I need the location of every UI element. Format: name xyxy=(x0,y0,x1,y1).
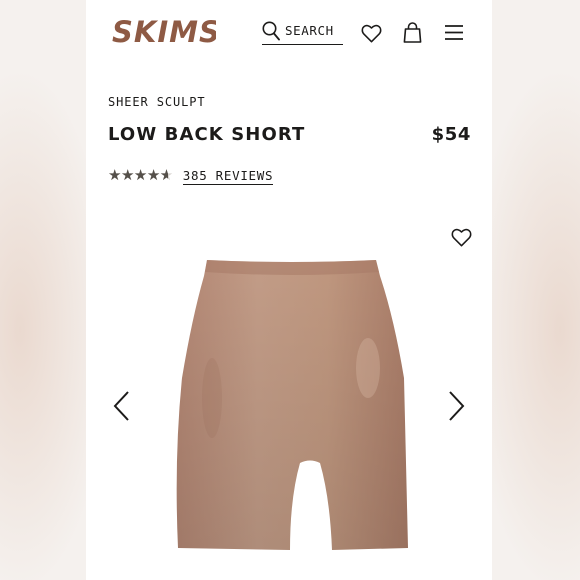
product-title: LOW BACK SHORT xyxy=(108,124,306,145)
heart-icon[interactable] xyxy=(361,24,382,43)
search-label: SEARCH xyxy=(285,22,334,38)
chevron-left-icon[interactable] xyxy=(112,390,132,422)
product-image[interactable] xyxy=(172,258,412,558)
wishlist-heart-icon[interactable] xyxy=(451,228,472,247)
star-icons-filled: ★★★★★ xyxy=(108,167,168,183)
chevron-right-icon[interactable] xyxy=(446,390,466,422)
rating-row: ★★★★★ ★★★★★ 385 REVIEWS xyxy=(108,165,274,185)
bag-icon[interactable] xyxy=(403,22,422,43)
search-icon xyxy=(262,21,280,41)
reviews-link[interactable]: 385 REVIEWS xyxy=(182,168,274,185)
star-rating: ★★★★★ ★★★★★ xyxy=(108,167,173,183)
brand-logo-text: SKIMS xyxy=(112,15,216,48)
menu-icon[interactable] xyxy=(444,24,464,41)
brand-logo[interactable]: SKIMS xyxy=(112,14,216,48)
search-field[interactable]: SEARCH xyxy=(262,18,343,45)
mobile-page: SKIMS SEARCH SHEER SCULPT LOW BACK SHORT… xyxy=(86,0,492,580)
product-collection: SHEER SCULPT xyxy=(108,95,206,109)
product-price: $54 xyxy=(431,124,471,145)
